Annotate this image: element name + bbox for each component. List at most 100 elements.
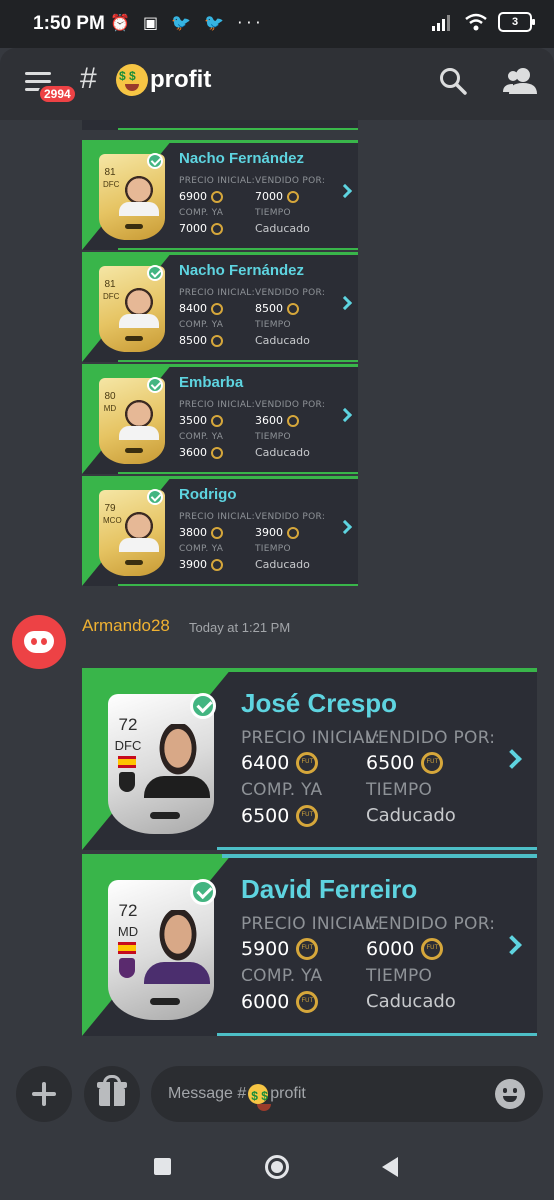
spain-flag-icon bbox=[118, 942, 136, 954]
check-icon bbox=[190, 693, 216, 719]
club-badge-icon bbox=[119, 772, 135, 792]
members-icon[interactable] bbox=[503, 66, 537, 96]
message-list[interactable]: 81 DFC Nacho Fernández PRECIO INICIAL: V… bbox=[0, 120, 554, 1055]
value-vendido-por: 3600 bbox=[255, 414, 299, 427]
label-comp-ya: COMP. YA bbox=[179, 320, 224, 330]
chevron-right-icon[interactable] bbox=[337, 407, 353, 423]
label-tiempo: TIEMPO bbox=[366, 780, 433, 800]
status-right-icons: 3 bbox=[432, 12, 535, 32]
label-comp-ya: COMP. YA bbox=[179, 208, 224, 218]
money-mouth-emoji-icon bbox=[248, 1084, 272, 1111]
value-vendido-por: 7000 bbox=[255, 190, 299, 203]
coin-icon bbox=[211, 414, 223, 427]
message-input[interactable]: Message # profit bbox=[151, 1066, 543, 1122]
label-comp-ya: COMP. YA bbox=[179, 432, 224, 442]
notification-badge: 2994 bbox=[38, 84, 77, 104]
coin-icon bbox=[211, 334, 223, 347]
value-tiempo: Caducado bbox=[366, 805, 456, 826]
value-vendido-por: 6000 bbox=[366, 938, 444, 960]
back-icon[interactable] bbox=[382, 1157, 398, 1177]
player-name: Rodrigo bbox=[179, 486, 237, 503]
coin-icon bbox=[211, 446, 223, 459]
player-name: Nacho Fernández bbox=[179, 262, 305, 279]
battery-icon: 3 bbox=[498, 12, 535, 32]
label-vendido-por: VENDIDO POR: bbox=[255, 512, 326, 522]
notification-icons: ⏰ ▣ 🐦 🐦 ··· bbox=[110, 13, 265, 32]
message-author[interactable]: Armando28 bbox=[82, 616, 170, 636]
embed-partial-top bbox=[82, 120, 358, 130]
listing-embed[interactable]: 80 MD Embarba PRECIO INICIAL: VENDIDO PO… bbox=[82, 364, 358, 474]
value-precio-inicial: 6400 bbox=[241, 752, 319, 774]
label-precio-inicial: PRECIO INICIAL: bbox=[179, 512, 255, 522]
chevron-right-icon[interactable] bbox=[337, 295, 353, 311]
coin-icon bbox=[211, 302, 223, 315]
coin-icon bbox=[211, 222, 223, 235]
coin-icon bbox=[287, 190, 299, 203]
emoji-picker-icon[interactable] bbox=[495, 1079, 525, 1109]
label-precio-inicial: PRECIO INICIAL: bbox=[179, 288, 255, 298]
value-comp-ya: 8500 bbox=[179, 334, 223, 347]
message-placeholder: Message # profit bbox=[168, 1084, 306, 1111]
label-comp-ya: COMP. YA bbox=[241, 966, 323, 986]
money-mouth-emoji-icon bbox=[116, 64, 148, 96]
listing-embed[interactable]: 72 DFC José Crespo PRECIO INICIAL: VENDI… bbox=[82, 668, 537, 850]
search-icon[interactable] bbox=[438, 66, 468, 96]
chevron-right-icon[interactable] bbox=[502, 935, 522, 955]
value-tiempo: Caducado bbox=[255, 222, 310, 235]
avatar[interactable] bbox=[12, 615, 66, 669]
player-name: Nacho Fernández bbox=[179, 150, 305, 167]
listing-embed[interactable]: 81 DFC Nacho Fernández PRECIO INICIAL: V… bbox=[82, 252, 358, 362]
recents-icon[interactable] bbox=[154, 1158, 171, 1175]
label-precio-inicial: PRECIO INICIAL: bbox=[179, 400, 255, 410]
label-comp-ya: COMP. YA bbox=[179, 544, 224, 554]
value-comp-ya: 6500 bbox=[241, 805, 319, 827]
status-time: 1:50 PM bbox=[33, 13, 105, 34]
player-name: Embarba bbox=[179, 374, 244, 391]
listing-embed[interactable]: 79 MCO Rodrigo PRECIO INICIAL: VENDIDO P… bbox=[82, 476, 358, 586]
value-precio-inicial: 5900 bbox=[241, 938, 319, 960]
channel-title[interactable]: profit bbox=[116, 64, 211, 96]
add-attachment-button[interactable] bbox=[16, 1066, 72, 1122]
spain-flag-icon bbox=[118, 756, 136, 768]
check-icon bbox=[190, 879, 216, 905]
value-vendido-por: 8500 bbox=[255, 302, 299, 315]
hash-icon: # bbox=[80, 62, 97, 95]
label-precio-inicial: PRECIO INICIAL: bbox=[241, 728, 381, 748]
label-comp-ya: COMP. YA bbox=[241, 780, 323, 800]
value-comp-ya: 7000 bbox=[179, 222, 223, 235]
home-icon[interactable] bbox=[265, 1155, 289, 1179]
label-vendido-por: VENDIDO POR: bbox=[255, 288, 326, 298]
value-tiempo: Caducado bbox=[255, 446, 310, 459]
value-precio-inicial: 3500 bbox=[179, 414, 223, 427]
chevron-right-icon[interactable] bbox=[502, 749, 522, 769]
value-comp-ya: 3900 bbox=[179, 558, 223, 571]
value-precio-inicial: 6900 bbox=[179, 190, 223, 203]
value-comp-ya: 6000 bbox=[241, 991, 319, 1013]
chevron-right-icon[interactable] bbox=[337, 183, 353, 199]
club-badge-icon bbox=[119, 958, 135, 978]
value-tiempo: Caducado bbox=[255, 558, 310, 571]
gift-button[interactable] bbox=[84, 1066, 140, 1122]
listing-embed[interactable]: 72 MD David Ferreiro PRECIO INICIAL: VEN… bbox=[82, 854, 537, 1036]
player-name: José Crespo bbox=[241, 688, 398, 718]
label-tiempo: TIEMPO bbox=[255, 544, 291, 554]
label-vendido-por: VENDIDO POR: bbox=[366, 914, 496, 934]
coin-icon bbox=[421, 752, 444, 774]
message-timestamp: Today at 1:21 PM bbox=[189, 620, 291, 635]
label-tiempo: TIEMPO bbox=[255, 320, 291, 330]
check-icon bbox=[147, 489, 163, 505]
label-vendido-por: VENDIDO POR: bbox=[366, 728, 496, 748]
label-vendido-por: VENDIDO POR: bbox=[255, 176, 326, 186]
coin-icon bbox=[296, 752, 319, 774]
label-precio-inicial: PRECIO INICIAL: bbox=[241, 914, 381, 934]
listing-embed[interactable]: 81 DFC Nacho Fernández PRECIO INICIAL: V… bbox=[82, 140, 358, 250]
player-name: David Ferreiro bbox=[241, 874, 418, 904]
coin-icon bbox=[296, 938, 319, 960]
coin-icon bbox=[211, 558, 223, 571]
coin-icon bbox=[211, 526, 223, 539]
signal-icon bbox=[432, 15, 450, 31]
label-precio-inicial: PRECIO INICIAL: bbox=[179, 176, 255, 186]
chevron-right-icon[interactable] bbox=[337, 519, 353, 535]
coin-icon bbox=[296, 805, 319, 827]
check-icon bbox=[147, 153, 163, 169]
